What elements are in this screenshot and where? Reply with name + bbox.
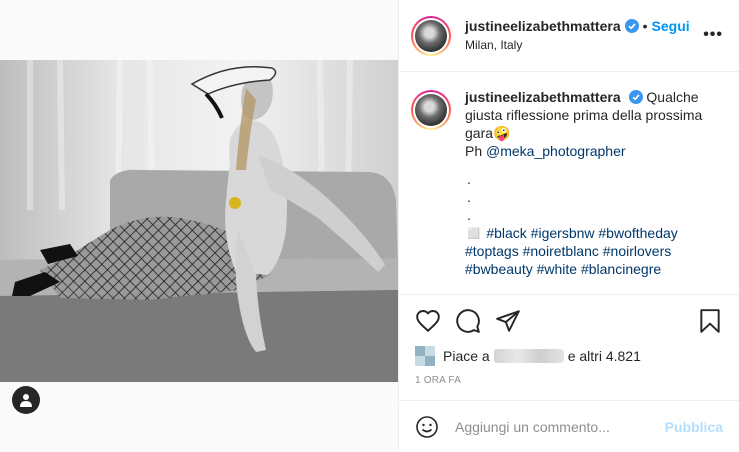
photo-credit-prefix: Ph xyxy=(465,143,483,159)
comment-form: Pubblica xyxy=(399,400,739,452)
square-emoji: ◻️ xyxy=(465,225,483,241)
mention-link[interactable]: @meka_photographer xyxy=(486,143,626,159)
hashtags-line[interactable]: #black #igersbnw #bwoftheday xyxy=(486,225,677,241)
verified-badge-icon xyxy=(628,90,643,104)
post-actions: Piace a e altri 4.821 1 ORA FA xyxy=(399,294,739,400)
author-username[interactable]: justineelizabethmattera xyxy=(465,18,621,34)
share-icon[interactable] xyxy=(495,308,521,334)
hashtags-line[interactable]: #toptags #noiretblanc #noirlovers xyxy=(465,242,710,260)
more-options-icon[interactable]: ••• xyxy=(703,27,723,43)
liker-avatar[interactable] xyxy=(415,346,435,366)
post-header: justineelizabethmattera • Segui Milan, I… xyxy=(399,0,739,72)
avatar[interactable] xyxy=(411,15,451,56)
separator-dot: • xyxy=(642,17,648,34)
post-media xyxy=(0,0,398,452)
bookmark-icon[interactable] xyxy=(697,308,723,334)
heart-icon[interactable] xyxy=(415,308,441,334)
verified-badge-icon xyxy=(624,18,639,33)
caption-username[interactable]: justineelizabethmattera xyxy=(465,89,621,105)
publish-button[interactable]: Pubblica xyxy=(665,419,723,435)
caption-avatar[interactable] xyxy=(411,90,451,130)
caption-dot: . xyxy=(467,207,471,223)
post-timestamp[interactable]: 1 ORA FA xyxy=(415,375,723,386)
comment-input[interactable] xyxy=(455,418,657,435)
likes-summary[interactable]: Piace a e altri 4.821 xyxy=(415,346,723,366)
follow-button[interactable]: Segui xyxy=(652,18,690,34)
caption-emoji: 🤪 xyxy=(493,125,511,141)
likes-prefix: Piace a xyxy=(443,348,490,364)
caption-dot: . xyxy=(467,171,471,187)
caption: justineelizabethmattera Qualche giusta r… xyxy=(411,88,727,278)
post-photo[interactable] xyxy=(0,60,398,382)
comments-section: justineelizabethmattera Qualche giusta r… xyxy=(399,72,739,294)
liker-name-redacted[interactable] xyxy=(493,349,564,363)
hashtags-line[interactable]: #bwbeauty #white #blancinegre xyxy=(465,260,710,278)
caption-dot: . xyxy=(467,189,471,205)
likes-others[interactable]: e altri 4.821 xyxy=(568,348,641,364)
comment-icon[interactable] xyxy=(455,308,481,334)
emoji-icon[interactable] xyxy=(415,415,439,439)
post-location[interactable]: Milan, Italy xyxy=(465,38,690,52)
user-tag-icon[interactable] xyxy=(12,386,40,414)
post-side-panel: justineelizabethmattera • Segui Milan, I… xyxy=(398,0,739,452)
